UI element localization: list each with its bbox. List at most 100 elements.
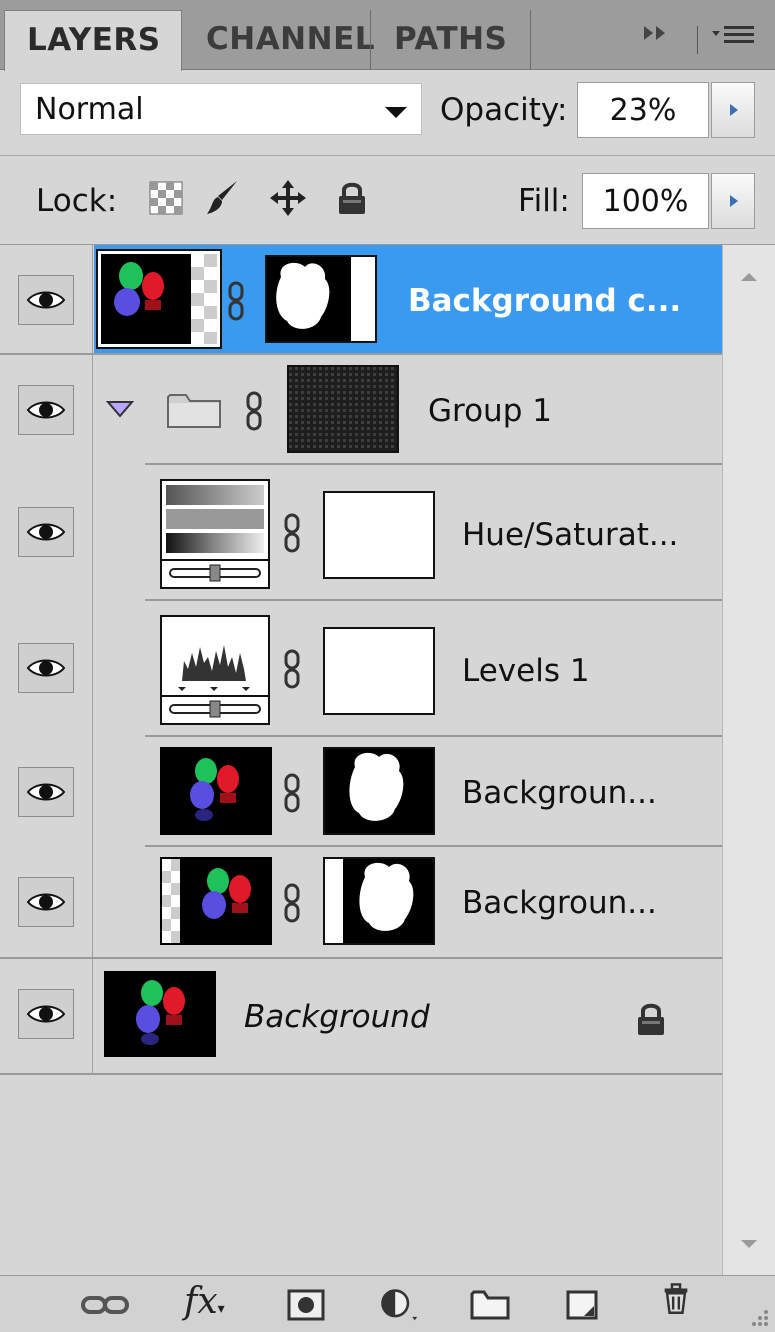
lock-transparent-pixels-icon[interactable] [148,178,184,218]
blend-row: Normal Opacity: 23% [0,70,775,156]
tab-layers[interactable]: LAYERS [4,10,182,71]
layer-body: Hue/Saturat... [94,465,722,601]
fx-label: fx [184,1281,218,1322]
visibility-cell [0,601,93,737]
chain-link-icon[interactable] [246,391,262,431]
layers-scrollbar[interactable] [722,245,775,1275]
layer-mask-thumbnail[interactable] [323,627,435,715]
opacity-slider-button[interactable] [711,82,755,138]
eye-icon[interactable] [18,385,74,435]
layer-mask-thumbnail[interactable] [323,491,435,579]
chain-link-icon[interactable] [228,281,244,321]
tab-paths-label: PATHS [394,21,508,57]
link-layers-icon[interactable] [80,1288,130,1322]
opacity-input[interactable]: 23% [577,82,709,138]
layer-name[interactable]: Backgroun... [462,885,657,921]
lock-position-icon[interactable] [268,178,306,218]
opacity-value: 23% [609,93,677,128]
layer-row[interactable]: Backgroun... [0,737,722,847]
add-mask-icon[interactable] [286,1288,326,1322]
visibility-cell [0,847,93,959]
visibility-cell [0,355,93,465]
layer-body: Backgroun... [94,737,722,847]
hue-saturation-icon[interactable] [160,479,270,589]
layer-row[interactable]: Levels 1 [0,601,722,737]
layer-name[interactable]: Hue/Saturat... [462,517,678,553]
visibility-cell [0,737,93,847]
layer-row[interactable]: Backgroun... [0,847,722,959]
layer-body: Background c... [94,245,722,355]
visibility-cell [0,959,93,1075]
chain-link-icon[interactable] [284,773,300,813]
visibility-cell [0,245,93,355]
layer-name[interactable]: Group 1 [428,393,552,429]
fill-slider-button[interactable] [711,173,755,229]
lock-row: Lock: Fill: 100% [0,157,775,245]
panel-tab-bar: LAYERS CHANNEL PATHS [0,0,775,71]
layer-thumbnail[interactable] [104,971,216,1057]
eye-icon[interactable] [18,767,74,817]
layer-name[interactable]: Backgroun... [462,775,657,811]
folder-icon [167,394,221,428]
lock-all-icon[interactable] [334,178,370,218]
layer-row[interactable]: Background c... [0,245,722,355]
delete-layer-icon[interactable] [658,1282,694,1316]
tab-separator [530,10,531,70]
expand-triangle-icon[interactable] [106,399,134,419]
scroll-up-icon[interactable] [741,273,757,281]
eye-icon[interactable] [18,275,74,325]
lock-label: Lock: [36,183,118,219]
chain-link-icon[interactable] [284,649,300,689]
layer-mask-thumbnail[interactable] [323,857,435,945]
panel-bottom-bar: fx▾ [0,1275,775,1332]
layer-row[interactable]: Group 1 [0,355,722,465]
menu-separator [697,26,698,54]
fill-value: 100% [602,184,689,219]
tab-separator [370,10,371,70]
layer-row[interactable]: Background [0,959,722,1075]
layer-name[interactable]: Background [244,999,430,1035]
tab-channels-label: CHANNEL [206,21,376,57]
group-mask-thumbnail[interactable] [287,365,399,453]
layer-body: Levels 1 [94,601,722,737]
tab-channels[interactable]: CHANNEL [184,10,375,70]
fill-label: Fill: [518,183,570,219]
layer-thumbnail[interactable] [160,747,272,835]
layer-body: Background [94,959,722,1075]
resize-grip-icon[interactable] [740,1298,770,1328]
new-group-icon[interactable] [470,1288,510,1322]
layer-thumbnail[interactable] [160,857,272,945]
fill-input[interactable]: 100% [582,173,709,229]
lock-image-pixels-icon[interactable] [204,178,240,218]
layer-mask-thumbnail[interactable] [323,747,435,835]
empty-list-area [0,1075,93,1275]
layer-row[interactable]: Hue/Saturat... [0,465,722,601]
panel-menu-icon[interactable] [710,18,760,62]
expand-arrows-icon[interactable] [640,18,676,62]
chain-link-icon[interactable] [284,513,300,553]
adjustment-layer-icon[interactable] [374,1288,430,1322]
layer-body: Backgroun... [94,847,722,959]
layer-name[interactable]: Levels 1 [462,653,590,689]
blend-mode-value: Normal [35,92,144,127]
fx-icon[interactable]: fx▾ [184,1282,225,1322]
layer-mask-thumbnail[interactable] [265,255,377,343]
scroll-down-icon[interactable] [741,1240,757,1248]
chain-link-icon[interactable] [284,883,300,923]
visibility-cell [0,465,93,601]
lock-icon [638,1003,664,1035]
tab-paths[interactable]: PATHS [372,10,530,70]
layer-thumbnail[interactable] [96,249,222,349]
levels-icon[interactable] [160,615,270,725]
eye-icon[interactable] [18,643,74,693]
tab-layers-label: LAYERS [27,22,161,58]
new-layer-icon[interactable] [564,1288,600,1322]
layer-name[interactable]: Background c... [408,283,681,319]
blend-mode-select[interactable]: Normal [20,83,422,135]
eye-icon[interactable] [18,877,74,927]
layer-body: Group 1 [94,355,722,465]
opacity-label: Opacity: [440,92,568,128]
eye-icon[interactable] [18,507,74,557]
layers-list: Background c... Group 1 Hue/Saturat... L… [0,245,722,1275]
eye-icon[interactable] [18,989,74,1039]
